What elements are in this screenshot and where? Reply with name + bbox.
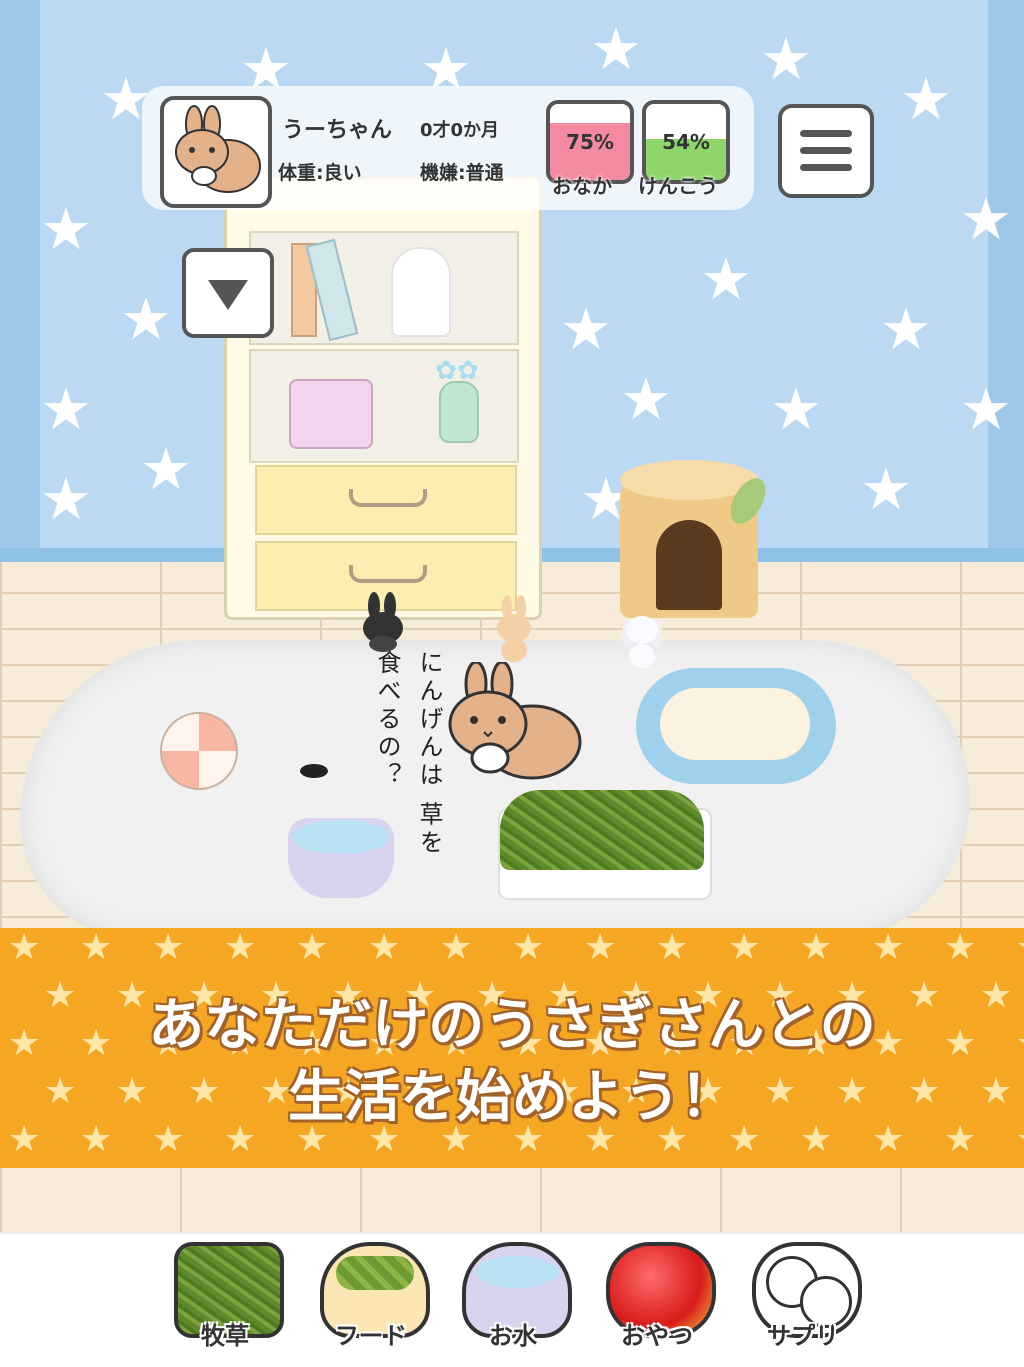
hat-box: [289, 379, 373, 449]
tool-hay-label: 牧草: [201, 1322, 249, 1350]
star-icon: ★: [40, 375, 92, 443]
health-meter-value: 54%: [662, 130, 710, 154]
flower-icon: ✿✿: [435, 356, 479, 386]
rabbit-speech: にんげんは 草を食べるの？: [373, 650, 443, 858]
star-icon: ★: [960, 185, 1012, 253]
tool-supplement-label: サプリ: [767, 1322, 839, 1350]
hay-pile: [500, 790, 704, 870]
star-icon: ★: [584, 928, 617, 968]
star-icon: ★: [40, 465, 92, 533]
shelf-compartment-top: [249, 231, 519, 345]
star-icon: ★: [800, 928, 833, 968]
health-meter-label: けんこう: [638, 174, 718, 198]
star-icon: ★: [152, 928, 185, 968]
menu-button[interactable]: [778, 104, 874, 198]
star-icon: ★: [770, 375, 822, 443]
tool-treat-label: おやつ: [621, 1322, 693, 1350]
banner-line-1: あなただけのうさぎさんとの: [148, 993, 876, 1058]
star-icon: ★: [590, 15, 642, 83]
star-icon: ★: [900, 65, 952, 133]
tiled-floor-lower: [0, 1168, 1024, 1238]
hunger-meter-value: 75%: [566, 130, 614, 154]
star-icon: ★: [728, 928, 761, 968]
drawer: [255, 465, 517, 535]
rabbit-portrait-icon: [175, 105, 261, 193]
tool-food[interactable]: フード: [312, 1240, 430, 1358]
drawer-handle: [349, 565, 427, 583]
star-icon: ★: [296, 928, 329, 968]
star-icon: ★: [960, 375, 1012, 443]
wall-side-right: [988, 0, 1024, 590]
shelf-compartment-middle: ✿✿: [249, 349, 519, 463]
banner-line-2: 生活を始めよう！: [288, 1065, 736, 1130]
plush-rabbit-black[interactable]: [358, 592, 408, 652]
star-icon: ★: [700, 245, 752, 313]
star-icon: ★: [620, 365, 672, 433]
plush-rabbit-white[interactable]: [618, 606, 666, 670]
pet-bed-cushion: [660, 688, 810, 760]
rabbit-droppings[interactable]: [300, 764, 328, 778]
pet-mood: 機嫌:普通: [420, 162, 504, 184]
tool-supplement[interactable]: サプリ: [744, 1240, 862, 1358]
star-icon: ★: [760, 25, 812, 93]
pet-age: 0才0か月: [420, 120, 500, 141]
tool-water[interactable]: お水: [454, 1240, 572, 1358]
pet-weight: 体重:良い: [278, 162, 362, 184]
star-icon: ★: [40, 195, 92, 263]
star-icon: ★: [872, 928, 905, 968]
hunger-meter-label: おなか: [552, 174, 612, 198]
star-icon: ★: [120, 285, 172, 353]
plush-rabbit-tan[interactable]: [492, 594, 536, 664]
star-icon: ★: [8, 928, 41, 968]
collapse-button[interactable]: [182, 248, 274, 338]
menu-icon-bar: [800, 130, 852, 137]
tool-treat[interactable]: おやつ: [598, 1240, 716, 1358]
tool-hay[interactable]: 牧草: [166, 1240, 284, 1358]
star-icon: ★: [440, 928, 473, 968]
pet-rabbit[interactable]: [440, 662, 586, 786]
star-icon: ★: [1016, 930, 1024, 966]
rabbit-figurine: [391, 247, 451, 337]
stump-house-entrance: [656, 520, 722, 610]
flower-vase: [439, 381, 479, 443]
star-icon: ★: [224, 928, 257, 968]
star-icon: ★: [860, 455, 912, 523]
star-icon: ★: [944, 928, 977, 968]
star-icon: ★: [80, 928, 113, 968]
star-icon: ★: [880, 295, 932, 363]
star-icon: ★: [512, 928, 545, 968]
menu-icon-bar: [800, 164, 852, 171]
star-icon: ★: [656, 928, 689, 968]
star-icon: ★: [560, 295, 612, 363]
tool-food-label: フード: [335, 1322, 407, 1350]
menu-icon-bar: [800, 147, 852, 154]
star-icon: ★: [140, 435, 192, 503]
star-icon: ★: [368, 928, 401, 968]
toy-ball[interactable]: [160, 712, 238, 790]
bookshelf: ✿✿: [224, 176, 542, 620]
triangle-down-icon: [208, 280, 248, 310]
tool-water-label: お水: [489, 1322, 537, 1350]
pet-name: うーちゃん: [282, 118, 393, 143]
pet-avatar[interactable]: [160, 96, 272, 208]
drawer-handle: [349, 489, 427, 507]
promo-banner: ★ ★ ★ ★ ★ ★ ★ ★ ★ ★ ★ ★ ★ ★ ★ ★ ★ ★ ★ ★ ★ ★ ★ ★ ★ ★ ★ ★ ★ ★ ★ ★ ★ ★ ★ ★ ★ ★ ★ ★…: [0, 928, 1024, 1168]
wall-side-left: [0, 0, 40, 590]
